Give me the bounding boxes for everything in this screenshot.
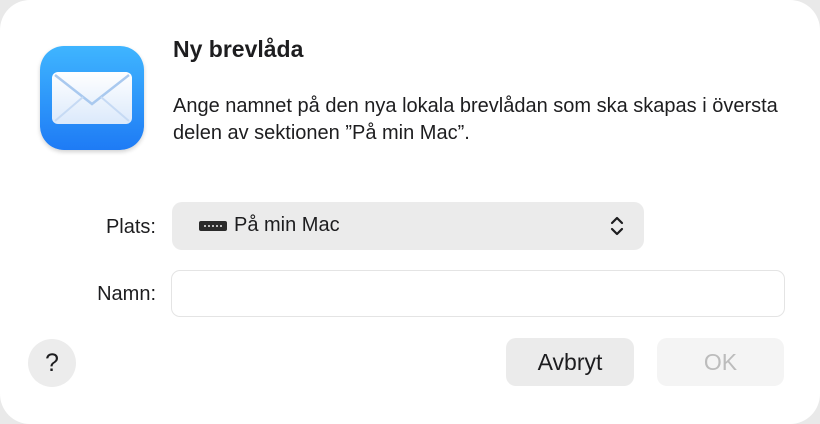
dialog-message: Ange namnet på den nya lokala brevlådan … <box>173 95 778 144</box>
disk-icon <box>199 221 227 231</box>
location-popup-button[interactable]: På min Mac <box>172 202 644 250</box>
location-label: Plats: <box>105 216 156 238</box>
chevron-up-down-icon <box>610 216 624 236</box>
mailbox-name-field[interactable] <box>171 270 785 317</box>
dialog-title: Ny brevlåda <box>173 36 304 62</box>
help-button[interactable]: ? <box>28 339 76 387</box>
cancel-button[interactable]: Avbryt <box>506 338 634 386</box>
location-value: På min Mac <box>234 214 340 236</box>
ok-button[interactable]: OK <box>657 338 784 386</box>
name-label: Namn: <box>97 283 156 305</box>
envelope-icon <box>52 72 132 124</box>
new-mailbox-dialog: Ny brevlåda Ange namnet på den nya lokal… <box>0 0 820 424</box>
mail-app-icon <box>40 46 144 150</box>
